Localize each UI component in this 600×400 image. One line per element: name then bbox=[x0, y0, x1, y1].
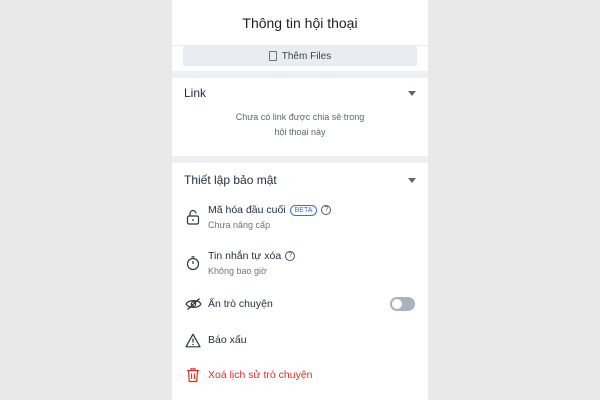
warning-icon bbox=[184, 331, 202, 349]
e2e-encryption-item[interactable]: Mã hóa đầu cuối BETA ? Chưa nâng cấp bbox=[172, 194, 428, 240]
link-empty-line-2: hội thoại này bbox=[274, 127, 326, 137]
panel-title: Thông tin hội thoại bbox=[242, 14, 358, 31]
delete-history-title: Xoá lịch sử trò chuyện bbox=[208, 369, 313, 381]
link-empty-line-1: Chưa có link được chia sẻ trong bbox=[235, 112, 365, 122]
file-icon bbox=[268, 51, 277, 61]
security-section-title: Thiết lập bảo mật bbox=[184, 173, 277, 187]
add-files-label: Thêm Files bbox=[281, 50, 332, 62]
help-icon[interactable]: ? bbox=[321, 205, 332, 215]
conversation-info-panel: Thông tin hội thoại Thêm Files Link Chưa… bbox=[172, 0, 428, 400]
hide-conversation-toggle[interactable] bbox=[390, 297, 415, 311]
section-separator bbox=[172, 71, 428, 78]
link-section-header[interactable]: Link bbox=[172, 78, 428, 108]
add-files-area: Thêm Files bbox=[172, 46, 428, 71]
eye-off-icon bbox=[184, 295, 202, 313]
link-empty-message: Chưa có link được chia sẻ trong hội thoạ… bbox=[172, 108, 428, 156]
add-files-button[interactable]: Thêm Files bbox=[183, 46, 417, 66]
security-section-header[interactable]: Thiết lập bảo mật bbox=[172, 166, 428, 194]
e2e-encryption-title: Mã hóa đầu cuối bbox=[208, 204, 286, 216]
e2e-encryption-status: Chưa nâng cấp bbox=[208, 220, 271, 230]
delete-history-item[interactable]: Xoá lịch sử trò chuyện bbox=[172, 358, 428, 392]
section-separator bbox=[172, 156, 428, 163]
toggle-knob bbox=[392, 299, 402, 309]
chevron-down-icon[interactable] bbox=[408, 177, 416, 183]
report-title: Báo xấu bbox=[208, 334, 247, 346]
self-destruct-messages-item[interactable]: Tin nhắn tự xóa ? Không bao giờ bbox=[172, 240, 428, 286]
timer-icon bbox=[184, 254, 202, 272]
chevron-down-icon[interactable] bbox=[408, 90, 416, 96]
beta-badge: BETA bbox=[289, 204, 318, 216]
report-item[interactable]: Báo xấu bbox=[172, 322, 428, 358]
panel-header: Thông tin hội thoại bbox=[172, 0, 428, 46]
help-icon[interactable]: ? bbox=[285, 251, 296, 261]
hide-conversation-item[interactable]: Ẩn trò chuyện bbox=[172, 286, 428, 322]
link-section-title: Link bbox=[184, 86, 207, 100]
self-destruct-status: Không bao giờ bbox=[208, 266, 267, 276]
hide-conversation-title: Ẩn trò chuyện bbox=[208, 298, 273, 310]
self-destruct-title: Tin nhắn tự xóa bbox=[208, 250, 282, 262]
lock-open-icon bbox=[184, 208, 202, 226]
trash-icon bbox=[184, 366, 202, 384]
